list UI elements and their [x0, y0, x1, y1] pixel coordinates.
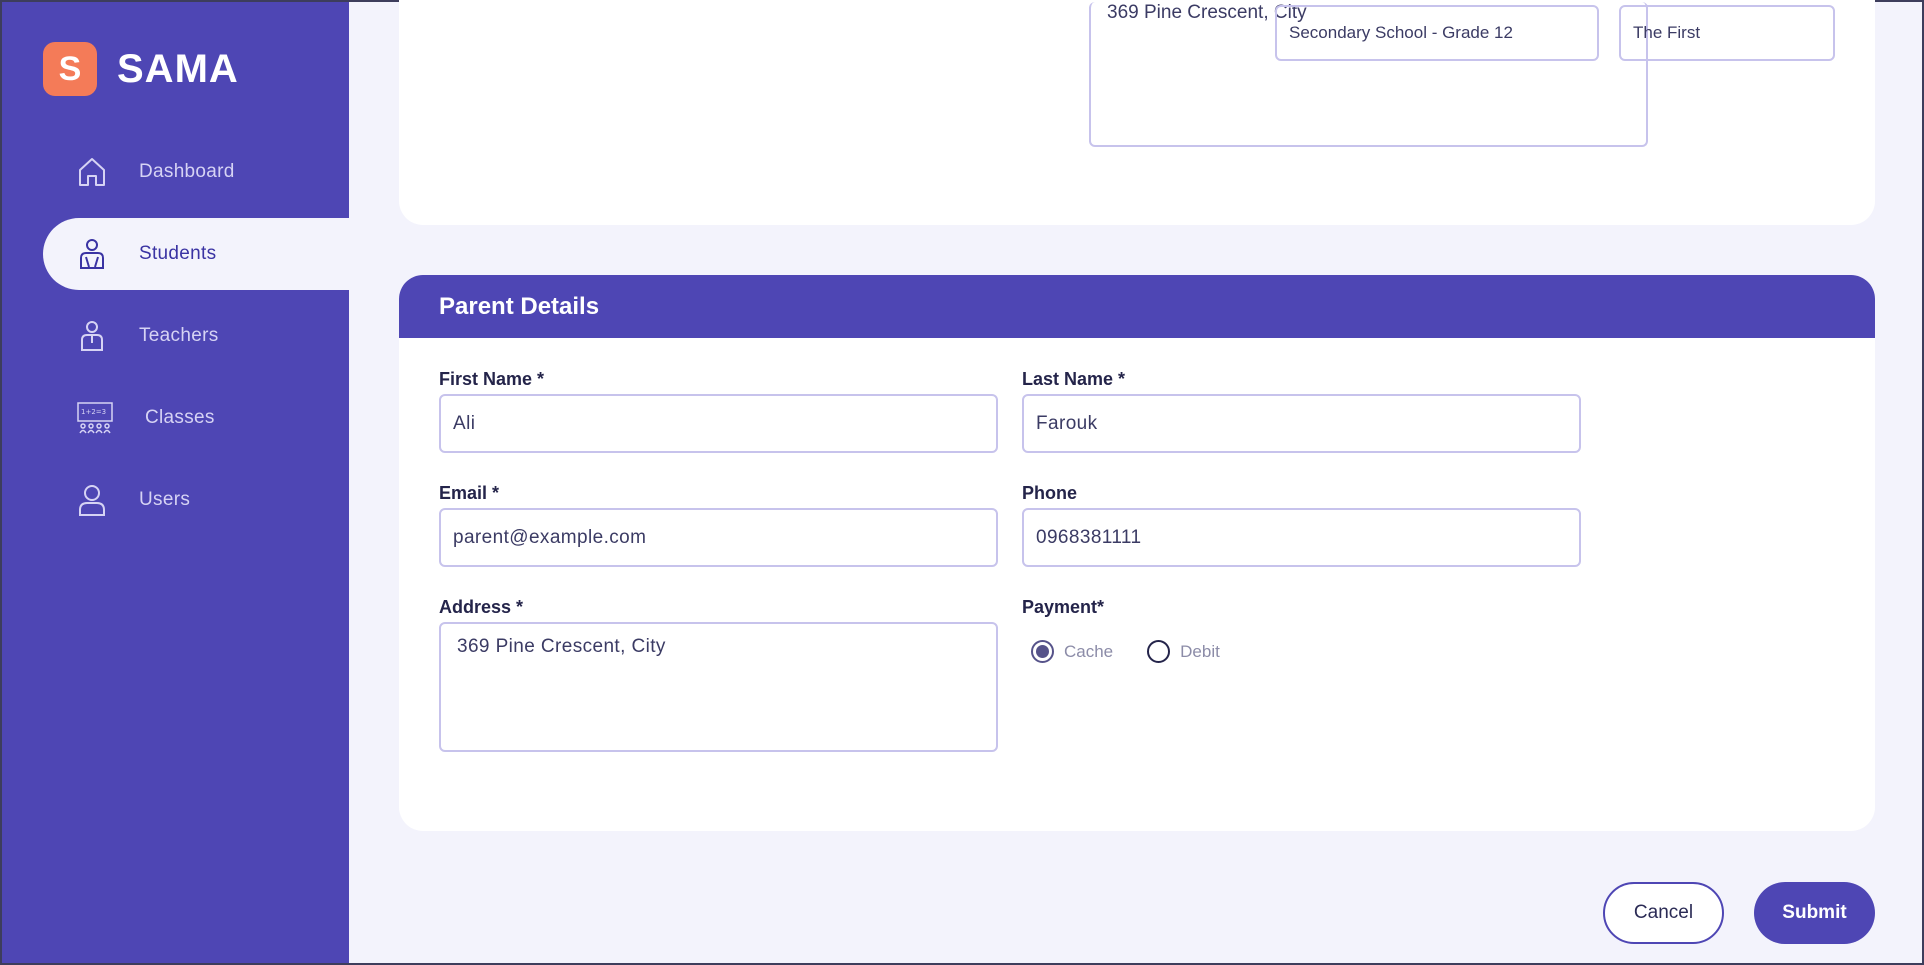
sidebar-item-teachers[interactable]: Teachers — [43, 300, 349, 372]
cancel-button[interactable]: Cancel — [1603, 882, 1724, 944]
first-name-field[interactable]: Ali — [439, 394, 998, 453]
address-textarea[interactable]: 369 Pine Crescent, City — [439, 622, 998, 752]
radio-checked-icon — [1031, 640, 1054, 663]
sidebar-item-students[interactable]: Students — [43, 218, 349, 290]
payment-option-cache[interactable]: Cache — [1031, 640, 1113, 663]
address-label: Address * — [439, 597, 524, 617]
sidebar-item-classes[interactable]: 1+2=3 Classes — [43, 382, 349, 454]
sidebar-nav: Dashboard Students Teachers 1+2=3 Classe… — [43, 136, 349, 546]
parent-details-title: Parent Details — [399, 275, 1875, 338]
student-section-select[interactable]: The First — [1619, 5, 1835, 61]
payment-label: Payment* — [1022, 597, 1105, 617]
phone-label: Phone — [1022, 483, 1078, 503]
sidebar-item-label: Dashboard — [139, 161, 235, 182]
sidebar-item-label: Teachers — [139, 325, 219, 346]
phone-field[interactable]: 0968381111 — [1022, 508, 1581, 567]
last-name-field[interactable]: Farouk — [1022, 394, 1581, 453]
brand[interactable]: S SAMA — [43, 42, 239, 96]
brand-logo: S — [43, 42, 97, 96]
payment-option-label: Cache — [1064, 641, 1114, 661]
user-icon — [79, 485, 105, 516]
student-grade-select[interactable]: Secondary School - Grade 12 — [1275, 5, 1599, 61]
last-name-label: Last Name * — [1022, 369, 1126, 389]
home-icon — [79, 158, 105, 186]
sidebar: S SAMA Dashboard Students Teachers 1+2=3… — [2, 2, 349, 963]
student-details-card: 369 Pine Crescent, City Secondary School… — [399, 0, 1875, 225]
sidebar-item-label: Students — [139, 243, 217, 264]
svg-text:1+2=3: 1+2=3 — [81, 408, 106, 416]
parent-details-card: Parent Details First Name * Ali Last Nam… — [399, 275, 1875, 831]
sidebar-item-users[interactable]: Users — [43, 464, 349, 536]
payment-radio-group: Cache Debit — [1031, 640, 1254, 663]
sidebar-item-label: Classes — [145, 407, 215, 428]
radio-unchecked-icon — [1147, 640, 1171, 663]
teacher-icon — [81, 321, 103, 351]
brand-name: SAMA — [117, 46, 239, 91]
sidebar-item-dashboard[interactable]: Dashboard — [43, 136, 349, 208]
classroom-icon: 1+2=3 — [77, 402, 113, 434]
sidebar-item-label: Users — [139, 489, 191, 510]
student-icon — [80, 239, 104, 269]
first-name-label: First Name * — [439, 369, 545, 389]
payment-option-debit[interactable]: Debit — [1147, 640, 1220, 663]
payment-option-label: Debit — [1180, 641, 1220, 661]
submit-button[interactable]: Submit — [1754, 882, 1875, 944]
email-field[interactable]: parent@example.com — [439, 508, 998, 567]
email-label: Email * — [439, 483, 500, 503]
